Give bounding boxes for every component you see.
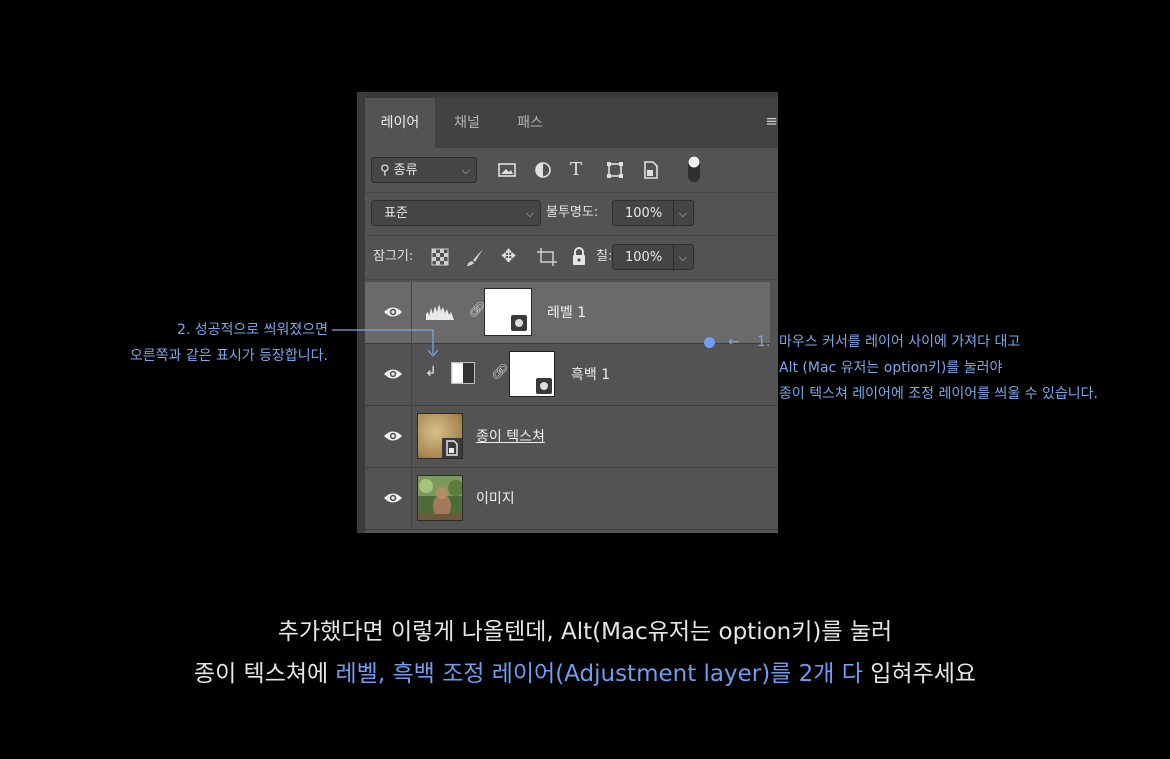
layer-name[interactable]: 레벨 1: [547, 302, 586, 322]
filter-toggle-icon[interactable]: [686, 154, 702, 184]
smartobject-filter-icon[interactable]: [641, 160, 661, 180]
annotation-right-line3: 종이 텍스쳐 레이어에 조정 레이어를 씌울 수 있습니다.: [779, 386, 1098, 402]
image-thumbnail[interactable]: [417, 475, 463, 521]
link-icon[interactable]: 🔗︎: [468, 302, 486, 318]
levels-histogram-icon: [426, 304, 454, 320]
lock-all-icon[interactable]: [571, 246, 587, 266]
paper-texture-thumbnail[interactable]: [417, 413, 463, 459]
blend-row: 표준 ⌵ 불투명도: 100% ⌵: [365, 192, 778, 236]
lock-paint-icon[interactable]: [465, 247, 485, 267]
mask-icon: [536, 378, 552, 394]
annotation-left: 2. 성공적으로 씌워졌으면 오른쪽과 같은 표시가 등장합니다.: [88, 317, 328, 369]
chevron-down-icon[interactable]: ⌵: [672, 245, 687, 271]
opacity-label: 불투명도:: [546, 205, 599, 220]
annotation-right-line1: 마우스 커서를 레이어 사이에 가져다 대고: [779, 334, 1021, 350]
fill-field[interactable]: 100% ⌵: [612, 244, 694, 271]
lock-row: 잠그기: ✥ 칠: 100% ⌵: [365, 235, 778, 280]
annotation-right-number: 1.: [757, 334, 771, 350]
layer-name[interactable]: 종이 텍스쳐: [476, 426, 545, 446]
caption-line1: 추가했다면 이렇게 나올텐데, Alt(Mac유저는 option키)를 눌러: [277, 619, 893, 645]
mask-icon: [511, 315, 527, 331]
shape-filter-icon[interactable]: [605, 160, 625, 180]
chevron-down-icon: ⌵: [525, 207, 534, 220]
tab-channels[interactable]: 채널: [437, 98, 497, 148]
lock-artboard-icon[interactable]: [536, 247, 558, 267]
annotation-left-line1: 2. 성공적으로 씌워졌으면: [176, 322, 328, 338]
layer-row-paper-texture[interactable]: 종이 텍스쳐: [365, 406, 778, 468]
type-filter-icon[interactable]: T: [570, 160, 582, 180]
tab-paths[interactable]: 패스: [499, 98, 561, 148]
caption-line2-post: 입혀주세요: [862, 661, 977, 687]
annotation-bullet-dot: [704, 337, 715, 348]
link-icon[interactable]: 🔗︎: [491, 364, 509, 380]
layer-row-image[interactable]: 이미지: [365, 468, 778, 530]
black-white-adjustment-icon: [451, 362, 475, 384]
adjustment-filter-icon[interactable]: [533, 160, 553, 180]
fill-value: 100%: [625, 250, 663, 265]
opacity-field[interactable]: 100% ⌵: [612, 200, 694, 227]
lock-move-icon[interactable]: ✥: [501, 247, 516, 267]
eye-icon[interactable]: [383, 427, 403, 445]
annotation-right-line2: Alt (Mac 유저는 option키)를 눌러야: [779, 360, 1003, 376]
filter-kind-dropdown[interactable]: ⚲ 종류 ⌵: [371, 157, 477, 183]
eye-icon[interactable]: [383, 489, 403, 507]
layer-name[interactable]: 이미지: [476, 488, 515, 508]
eye-icon[interactable]: [383, 303, 403, 321]
chevron-down-icon[interactable]: ⌵: [672, 201, 687, 227]
layers-panel: 레이어 채널 패스 ≡ ⚲ 종류 ⌵ T 표준 ⌵ 불투명도: 100% ⌵ 잠…: [357, 92, 778, 533]
clipping-arrow-icon: ↲: [425, 364, 437, 380]
eye-icon[interactable]: [383, 365, 403, 383]
image-filter-icon[interactable]: [497, 160, 517, 180]
hamburger-icon[interactable]: ≡: [765, 112, 778, 130]
layer-name[interactable]: 흑백 1: [571, 364, 610, 384]
blend-mode-value: 표준: [384, 206, 408, 221]
lock-label: 잠그기:: [373, 249, 414, 264]
search-icon: ⚲: [380, 163, 390, 178]
annotation-left-arrow: [332, 329, 439, 357]
fill-label: 칠:: [596, 249, 613, 264]
tab-layers[interactable]: 레이어: [365, 98, 435, 148]
caption-line2-highlight: 레벨, 흑백 조정 레이어(Adjustment layer)를 2개 다: [335, 661, 863, 687]
filter-kind-label: 종류: [393, 163, 418, 178]
layer-mask-thumbnail[interactable]: [509, 351, 555, 397]
annotation-left-line2: 오른쪽과 같은 표시가 등장합니다.: [129, 348, 328, 364]
opacity-value: 100%: [625, 206, 663, 221]
caption-line2-pre: 종이 텍스쳐에: [193, 661, 336, 687]
smart-object-badge-icon: [442, 438, 462, 458]
caption-line2: 종이 텍스쳐에 레벨, 흑백 조정 레이어(Adjustment layer)를…: [0, 654, 1170, 688]
annotation-right-arrow: ←: [728, 334, 740, 350]
layer-mask-thumbnail[interactable]: [484, 288, 532, 336]
annotation-right: 마우스 커서를 레이어 사이에 가져다 대고 Alt (Mac 유저는 opti…: [779, 329, 1098, 407]
lock-transparent-icon[interactable]: [431, 248, 449, 266]
filter-row: ⚲ 종류 ⌵ T: [365, 148, 778, 193]
chevron-down-icon: ⌵: [461, 164, 470, 177]
panel-tab-bar: 레이어 채널 패스 ≡: [365, 92, 778, 148]
panel-left-edge: [357, 92, 365, 533]
blend-mode-dropdown[interactable]: 표준 ⌵: [371, 200, 541, 226]
